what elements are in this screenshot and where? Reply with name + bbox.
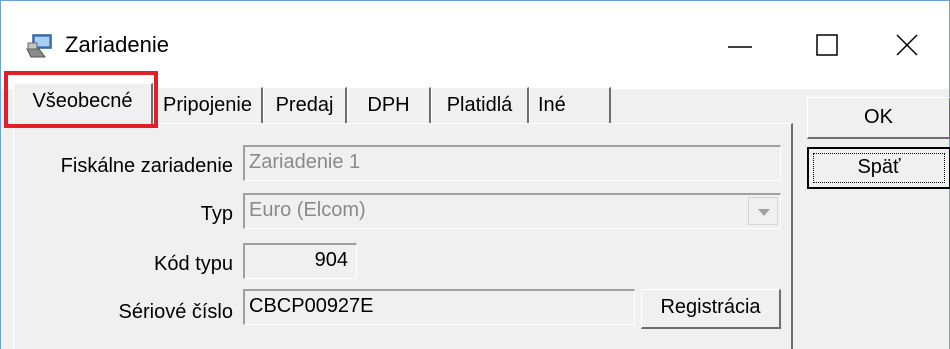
fiscal-device-label: Fiskálne zariadenie [60,155,233,177]
close-button[interactable] [867,1,949,89]
type-label: Typ [200,203,233,225]
dialog-window: Zariadenie Všeobecné Pripojenie Predaj D… [0,0,950,349]
window-title: Zariadenie [65,32,169,57]
type-code-field[interactable]: 904 [243,243,357,279]
close-icon [896,34,918,56]
maximize-button[interactable] [787,1,869,89]
computer-icon [25,33,55,59]
dropdown-arrow-button[interactable] [748,197,778,225]
type-select-value: Euro (Elcom) [249,199,366,221]
back-button[interactable]: Späť [807,147,950,189]
serial-number-field[interactable]: CBCP00927E [243,289,635,325]
registration-button[interactable]: Registrácia [641,289,781,329]
type-select[interactable]: Euro (Elcom) [243,193,781,229]
tab-platidla[interactable]: Platidlá [431,87,529,123]
tab-ine[interactable]: Iné [529,87,611,123]
serial-number-label: Sériové číslo [118,301,234,323]
type-code-label: Kód typu [154,253,233,275]
fiscal-device-field[interactable]: Zariadenie 1 [243,145,781,181]
focus-ring [813,153,945,183]
highlight-box [4,71,158,128]
tab-dph[interactable]: DPH [347,87,431,123]
minimize-icon [728,46,752,48]
tab-pripojenie[interactable]: Pripojenie [153,87,263,123]
minimize-button[interactable] [699,1,781,89]
ok-button[interactable]: OK [807,97,950,139]
chevron-down-icon [758,209,770,216]
tab-predaj[interactable]: Predaj [263,87,347,123]
maximize-icon [816,34,838,56]
